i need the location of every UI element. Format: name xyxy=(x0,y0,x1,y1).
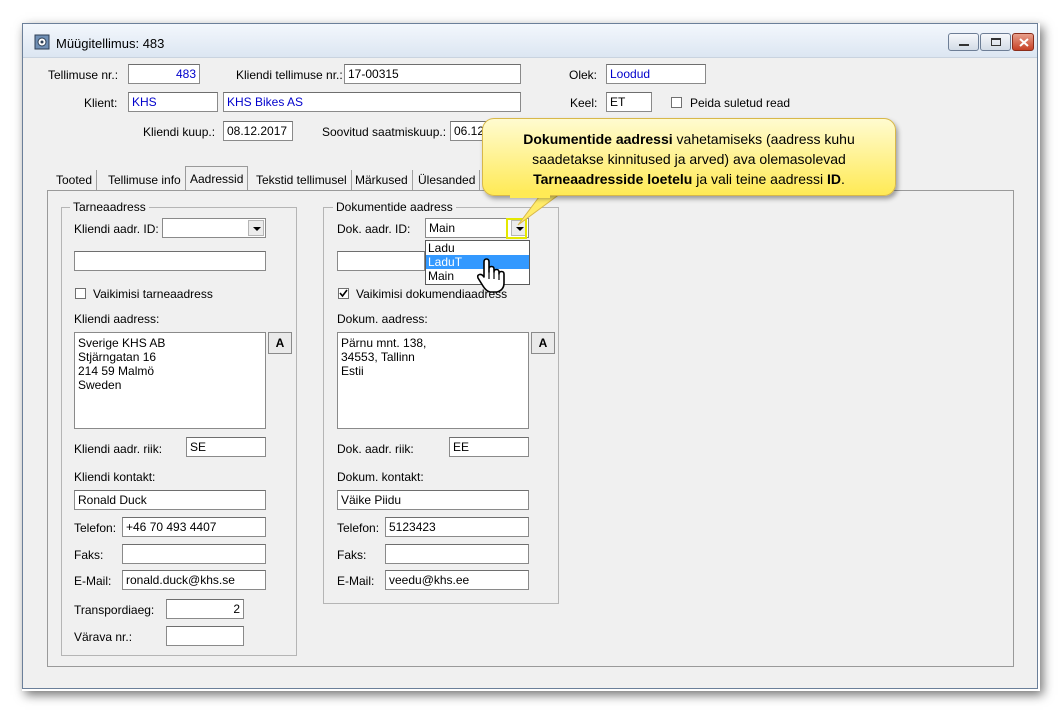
delivery-addr-id-combo[interactable] xyxy=(162,218,266,238)
delivery-contact-label: Kliendi kontakt: xyxy=(74,470,156,484)
delivery-phone-field[interactable]: +46 70 493 4407 xyxy=(122,517,266,537)
hide-closed-checkbox[interactable] xyxy=(671,97,682,108)
document-phone-field[interactable]: 5123423 xyxy=(385,517,529,537)
minimize-button[interactable] xyxy=(948,33,979,51)
hand-cursor-icon xyxy=(476,258,505,293)
document-address-textarea[interactable]: Pärnu mnt. 138, 34553, Tallinn Estii xyxy=(337,332,529,429)
transport-time-field[interactable]: 2 xyxy=(166,599,244,619)
document-fax-label: Faks: xyxy=(337,548,367,562)
document-address-label: Dokum. aadress: xyxy=(337,312,428,326)
delivery-country-field[interactable]: SE xyxy=(186,437,266,457)
document-group-title: Dokumentide aadress xyxy=(333,200,456,214)
client-label: Klient: xyxy=(84,96,118,110)
document-contact-field[interactable]: Väike Piidu xyxy=(337,490,529,510)
hide-closed-label: Peida suletud read xyxy=(690,96,791,110)
delivery-addr-name-field[interactable] xyxy=(74,251,266,271)
callout-text-part2: ja vali teine aadressi xyxy=(692,171,827,187)
tab-addresses[interactable]: Aadressid xyxy=(185,166,249,191)
tab-products[interactable]: Tooted xyxy=(52,170,98,190)
gate-no-label: Värava nr.: xyxy=(74,630,133,644)
maximize-button[interactable] xyxy=(980,33,1011,51)
client-order-label: Kliendi tellimuse nr.: xyxy=(236,68,343,82)
language-label: Keel: xyxy=(570,96,598,110)
document-fax-field[interactable] xyxy=(385,544,529,564)
minimize-icon xyxy=(959,44,969,46)
document-email-field[interactable]: veedu@khs.ee xyxy=(385,570,529,590)
tab-order-texts[interactable]: Tekstid tellimusel xyxy=(252,170,352,190)
document-email-label: E-Mail: xyxy=(337,574,375,588)
callout-pointer-join xyxy=(510,190,550,198)
document-addr-id-value: Main xyxy=(429,221,456,235)
checkmark-icon xyxy=(339,289,348,298)
delivery-address-textarea[interactable]: Sverige KHS AB Stjärngatan 16 214 59 Mal… xyxy=(74,332,266,429)
default-delivery-checkbox[interactable] xyxy=(75,288,86,299)
maximize-icon xyxy=(991,38,1001,46)
default-delivery-label: Vaikimisi tarneaadress xyxy=(93,287,213,301)
app-icon xyxy=(34,34,50,50)
close-icon xyxy=(1019,38,1029,47)
client-order-field[interactable]: 17-00315 xyxy=(344,64,521,84)
desired-ship-label: Soovitud saatmiskuup.: xyxy=(322,125,447,139)
callout-bold-delivery-list: Tarneaadresside loetelu xyxy=(533,171,693,187)
tab-remarks[interactable]: Märkused xyxy=(351,170,413,190)
delivery-country-label: Kliendi aadr. riik: xyxy=(74,442,163,456)
document-addr-name-field[interactable] xyxy=(337,251,425,271)
default-document-checkbox[interactable] xyxy=(338,288,349,299)
delivery-phone-label: Telefon: xyxy=(74,521,117,535)
delivery-addr-id-dropdown-button[interactable] xyxy=(248,220,264,236)
callout-bold-id: ID xyxy=(827,171,841,187)
callout-text-part3: . xyxy=(841,171,845,187)
client-date-label: Kliendi kuup.: xyxy=(143,125,216,139)
delivery-fax-field[interactable] xyxy=(122,544,266,564)
client-date-field[interactable]: 08.12.2017 xyxy=(223,121,293,141)
transport-time-label: Transpordiaeg: xyxy=(74,603,155,617)
delivery-address-a-button[interactable]: A xyxy=(268,332,292,354)
callout-text: Dokumentide aadressi vahetamiseks (aadre… xyxy=(489,129,889,189)
order-no-field[interactable]: 483 xyxy=(128,64,200,84)
title-bar: Müügitellimus: 483 xyxy=(23,24,1037,58)
delivery-contact-field[interactable]: Ronald Duck xyxy=(74,490,266,510)
document-contact-label: Dokum. kontakt: xyxy=(337,470,424,484)
status-label: Olek: xyxy=(569,68,598,82)
window-title: Müügitellimus: 483 xyxy=(56,36,165,51)
language-field[interactable]: ET xyxy=(606,92,652,112)
document-address-a-button[interactable]: A xyxy=(531,332,555,354)
document-addr-id-label: Dok. aadr. ID: xyxy=(337,222,411,236)
dropdown-option[interactable]: Ladu xyxy=(426,241,529,255)
status-field[interactable]: Loodud xyxy=(606,64,706,84)
help-callout: Dokumentide aadressi vahetamiseks (aadre… xyxy=(482,118,896,196)
callout-bold-doc-address: Dokumentide aadressi xyxy=(523,131,673,147)
tab-order-info[interactable]: Tellimuse info xyxy=(104,170,186,190)
order-no-label: Tellimuse nr.: xyxy=(48,68,119,82)
close-button[interactable] xyxy=(1012,33,1034,51)
document-phone-label: Telefon: xyxy=(337,521,380,535)
delivery-addr-id-label: Kliendi aadr. ID: xyxy=(74,222,159,236)
delivery-email-label: E-Mail: xyxy=(74,574,112,588)
client-code-field[interactable]: KHS xyxy=(128,92,218,112)
delivery-group-title: Tarneaadress xyxy=(70,200,149,214)
delivery-email-field[interactable]: ronald.duck@khs.se xyxy=(122,570,266,590)
tab-tasks[interactable]: Ülesanded xyxy=(414,170,481,190)
chevron-down-icon xyxy=(253,227,261,231)
document-country-field[interactable]: EE xyxy=(449,437,529,457)
delivery-address-label: Kliendi aadress: xyxy=(74,312,160,326)
client-name-field[interactable]: KHS Bikes AS xyxy=(223,92,521,112)
delivery-fax-label: Faks: xyxy=(74,548,104,562)
gate-no-field[interactable] xyxy=(166,626,244,646)
document-country-label: Dok. aadr. riik: xyxy=(337,442,414,456)
